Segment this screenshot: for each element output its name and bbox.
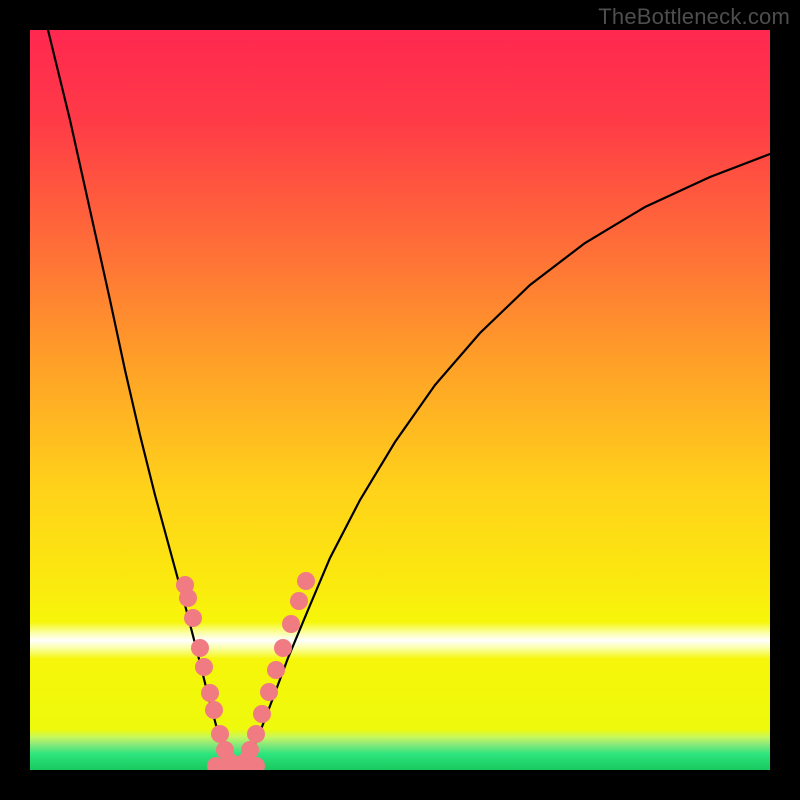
curve-markers [176,572,315,770]
marker-right-markers [290,592,308,610]
marker-right-markers [253,705,271,723]
series-left-branch [48,30,233,768]
plot-area [30,30,770,770]
marker-right-markers [260,683,278,701]
watermark-text: TheBottleneck.com [598,4,790,30]
curve-lines [48,30,770,768]
marker-right-markers [282,615,300,633]
marker-left-markers [191,639,209,657]
marker-right-markers [297,572,315,590]
marker-right-markers [247,725,265,743]
curve-layer [30,30,770,770]
marker-right-markers [267,661,285,679]
marker-left-markers [179,589,197,607]
marker-left-markers [201,684,219,702]
marker-left-markers [195,658,213,676]
series-right-branch [243,154,770,768]
marker-left-markers [205,701,223,719]
marker-left-markers [184,609,202,627]
marker-right-markers [274,639,292,657]
marker-left-markers [211,725,229,743]
chart-frame: TheBottleneck.com [0,0,800,800]
marker-right-markers [241,741,259,759]
